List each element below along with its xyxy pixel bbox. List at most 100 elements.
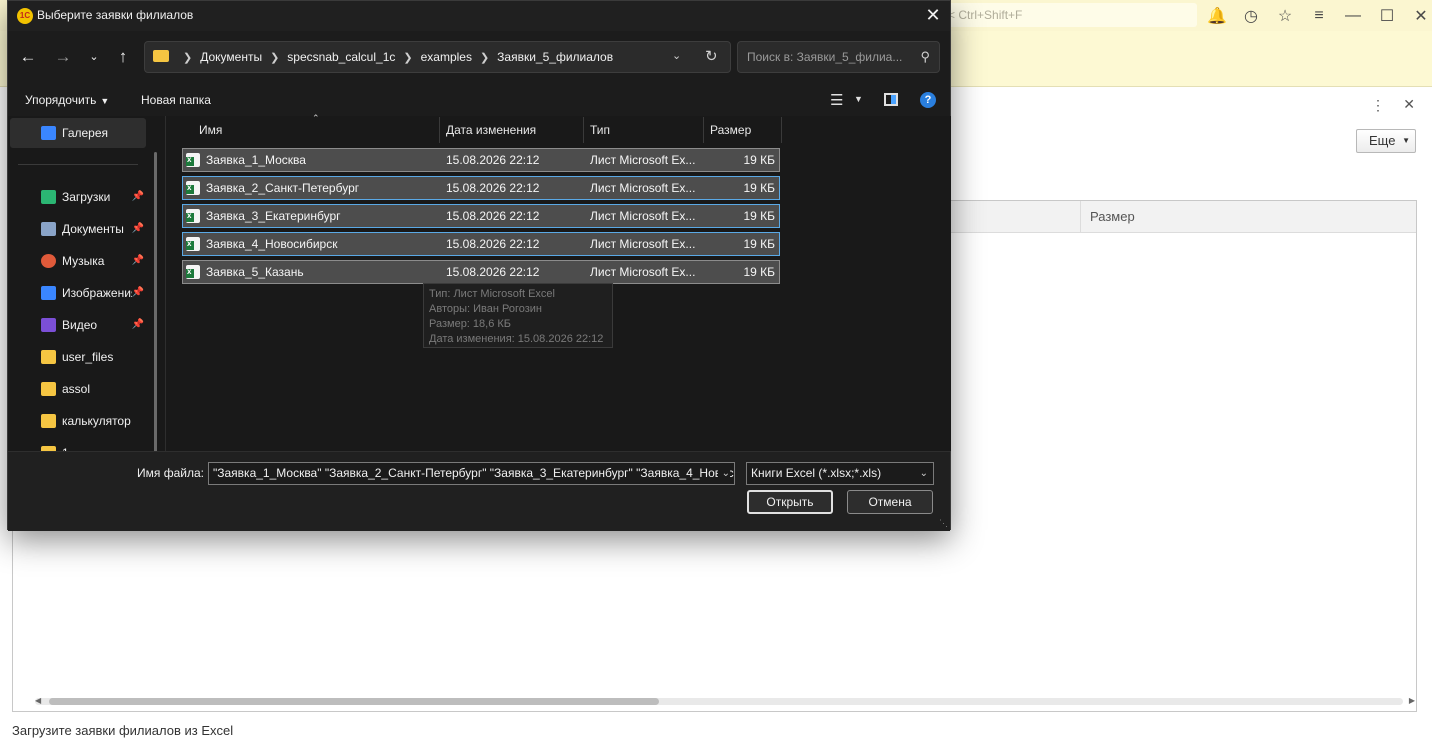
sidebar-item-label: Видео [62, 318, 98, 332]
file-row[interactable]: Заявка_2_Санкт-Петербург 15.08.2026 22:1… [182, 176, 780, 200]
chevron-down-icon: ⌄ [919, 468, 928, 479]
sidebar-item-documents[interactable]: Документы 📌 [8, 214, 146, 244]
file-type: Лист Microsoft Ex... [590, 237, 696, 251]
app-logo-icon: 1С [17, 8, 33, 24]
sidebar-item-gallery[interactable]: Галерея [10, 118, 146, 148]
file-name: Заявка_4_Новосибирск [206, 237, 338, 251]
back-arrow-icon[interactable]: ← [16, 46, 40, 70]
cancel-button[interactable]: Отмена [847, 490, 933, 514]
file-row[interactable]: Заявка_3_Екатеринбург 15.08.2026 22:12 Л… [182, 204, 780, 228]
sidebar-item-label: Музыка [62, 254, 105, 268]
chevron-down-icon: ▼ [100, 96, 110, 106]
chevron-right-icon: ❯ [403, 51, 413, 64]
filetype-value: Книги Excel (*.xlsx;*.xls) [751, 466, 882, 480]
filetype-select[interactable]: Книги Excel (*.xlsx;*.xls) ⌄ [746, 462, 934, 485]
sidebar-item-calculator[interactable]: калькулятор [8, 406, 146, 436]
file-row[interactable]: Заявка_1_Москва 15.08.2026 22:12 Лист Mi… [182, 148, 780, 172]
organize-label: Упорядочить [25, 93, 97, 107]
form-close-icon[interactable]: ✕ [1403, 96, 1415, 113]
file-date: 15.08.2026 22:12 [446, 181, 540, 195]
bell-icon[interactable]: 🔔 [1206, 5, 1228, 27]
file-list-header: ⌃ Имя Дата изменения Тип Размер [166, 113, 951, 144]
dialog-titlebar[interactable]: 1С Выберите заявки филиалов ✕ [8, 1, 950, 31]
tooltip-type: Тип: Лист Microsoft Excel [429, 288, 555, 300]
sidebar-scrollbar[interactable] [154, 152, 157, 451]
folder-search-input[interactable]: Поиск в: Заявки_5_филиа... ⚲ [737, 41, 940, 73]
file-date: 15.08.2026 22:12 [446, 265, 540, 279]
music-icon [41, 254, 56, 268]
pin-icon: 📌 [131, 278, 144, 308]
file-name: Заявка_5_Казань [206, 265, 304, 279]
chevron-down-icon[interactable]: ⌄ [717, 463, 730, 484]
address-bar[interactable]: ❯ Документы ❯ specsnab_calcul_1c ❯ examp… [144, 41, 731, 73]
open-button[interactable]: Открыть [747, 490, 833, 514]
chevron-down-icon: ▼ [1402, 136, 1410, 145]
excel-file-icon [186, 153, 200, 167]
chevron-down-icon[interactable]: ▼ [854, 94, 863, 104]
preview-pane-icon[interactable] [884, 93, 898, 106]
column-size[interactable]: Размер [704, 116, 751, 144]
menu-icon[interactable]: ≡ [1308, 5, 1330, 27]
sidebar-item-user-files[interactable]: user_files [8, 342, 146, 372]
file-date: 15.08.2026 22:12 [446, 153, 540, 167]
pin-icon: 📌 [131, 223, 144, 234]
more-actions-icon[interactable]: ⋮ [1371, 97, 1385, 114]
breadcrumb: ❯ Документы ❯ specsnab_calcul_1c ❯ examp… [175, 42, 613, 72]
file-name: Заявка_1_Москва [206, 153, 306, 167]
breadcrumb-item[interactable]: Заявки_5_филиалов [497, 50, 613, 64]
column-type[interactable]: Тип [584, 116, 610, 144]
history-icon[interactable]: ◷ [1240, 5, 1262, 27]
filename-input[interactable]: "Заявка_1_Москва" "Заявка_2_Санкт-Петерб… [208, 462, 735, 485]
pin-icon: 📌 [131, 319, 144, 330]
file-row[interactable]: Заявка_4_Новосибирск 15.08.2026 22:12 Ли… [182, 232, 780, 256]
forward-arrow-icon[interactable]: → [51, 46, 75, 70]
dialog-close-button[interactable]: ✕ [922, 5, 944, 27]
help-icon[interactable]: ? [920, 92, 936, 108]
recent-locations-chevron-icon[interactable]: ⌄ [82, 46, 106, 70]
sidebar-item-assol[interactable]: assol [8, 374, 146, 404]
sidebar-item-pictures[interactable]: Изображения 📌 [8, 278, 146, 308]
sidebar-item-label: Документы [62, 222, 124, 236]
column-name[interactable]: Имя [193, 116, 222, 144]
breadcrumb-item[interactable]: Документы [200, 50, 262, 64]
folder-icon [41, 350, 56, 364]
scrollbar-thumb[interactable] [49, 698, 659, 705]
document-icon [41, 222, 56, 236]
sidebar-item-videos[interactable]: Видео 📌 [8, 310, 146, 340]
refresh-icon[interactable]: ↻ [705, 47, 718, 65]
column-divider[interactable] [781, 117, 782, 143]
sidebar-item-downloads[interactable]: Загрузки 📌 [8, 182, 146, 212]
sidebar-item-label: Галерея [62, 126, 109, 140]
star-icon[interactable]: ☆ [1274, 5, 1296, 27]
file-type: Лист Microsoft Ex... [590, 209, 696, 223]
file-size: 19 КБ [743, 237, 775, 251]
maximize-icon[interactable]: ☐ [1376, 5, 1398, 27]
view-options-icon[interactable]: ☰ [830, 91, 843, 109]
tooltip-size: Размер: 18,6 КБ [429, 318, 512, 330]
resize-grip-icon[interactable]: ⋱ [939, 518, 948, 529]
pictures-icon [41, 286, 56, 300]
excel-file-icon [186, 265, 200, 279]
scroll-left-icon[interactable]: ◀ [35, 696, 41, 705]
organize-menu-button[interactable]: Упорядочить ▼ [25, 93, 109, 107]
more-button[interactable]: Еще ▼ [1356, 129, 1416, 153]
sidebar-item-folder[interactable]: 1... [8, 438, 146, 451]
up-arrow-icon[interactable]: ↑ [111, 46, 135, 70]
column-date[interactable]: Дата изменения [440, 116, 536, 144]
horizontal-scrollbar[interactable]: ◀ ▶ [35, 696, 1415, 706]
filename-label: Имя файла: [137, 466, 204, 480]
sidebar-item-music[interactable]: Музыка 📌 [8, 246, 146, 276]
global-search-input[interactable]: < Ctrl+Shift+F [940, 3, 1197, 27]
chevron-right-icon: ❯ [270, 51, 280, 64]
minimize-icon[interactable]: — [1342, 5, 1364, 27]
column-size[interactable]: Размер [1080, 201, 1135, 232]
close-icon[interactable]: ✕ [1410, 5, 1432, 27]
breadcrumb-item[interactable]: specsnab_calcul_1c [287, 50, 395, 64]
file-name: Заявка_2_Санкт-Петербург [206, 181, 360, 195]
file-row[interactable]: Заявка_5_Казань 15.08.2026 22:12 Лист Mi… [182, 260, 780, 284]
new-folder-button[interactable]: Новая папка [141, 93, 211, 107]
search-icon: ⚲ [920, 49, 930, 64]
scroll-right-icon[interactable]: ▶ [1409, 696, 1415, 705]
breadcrumb-item[interactable]: examples [421, 50, 472, 64]
address-dropdown-icon[interactable]: ⌄ [672, 49, 681, 62]
